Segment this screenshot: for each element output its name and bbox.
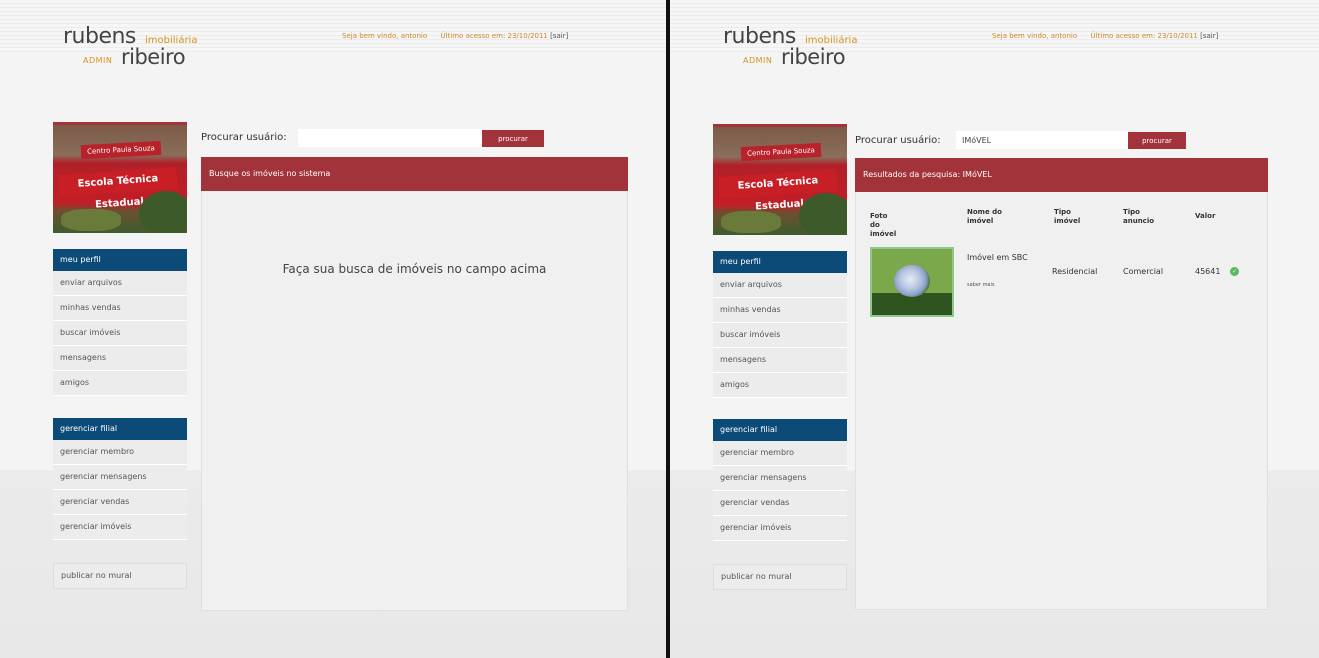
menu-item-minhas-vendas[interactable]: minhas vendas — [53, 296, 187, 321]
menu-item-amigos[interactable]: amigos — [53, 371, 187, 396]
menu-item-buscar-imoveis[interactable]: buscar imóveis — [53, 321, 187, 346]
menu-item-gerenciar-imoveis[interactable]: gerenciar imóveis — [53, 515, 187, 540]
left-screenshot-panel: rubens imobiliária ADMIN ribeiro Seja be… — [0, 0, 666, 658]
photo-flower — [894, 265, 930, 297]
logout-link[interactable]: [sair] — [550, 32, 568, 40]
menu-head-meu-perfil[interactable]: meu perfil — [713, 251, 847, 273]
menu-head-meu-perfil[interactable]: meu perfil — [53, 249, 187, 271]
menu-item-gerenciar-vendas[interactable]: gerenciar vendas — [713, 491, 847, 516]
menu-item-minhas-vendas[interactable]: minhas vendas — [713, 298, 847, 323]
photo-bush — [61, 209, 121, 231]
menu-item-enviar-arquivos[interactable]: enviar arquivos — [713, 273, 847, 298]
content-title-bar: Busque os imóveis no sistema — [201, 157, 628, 191]
menu-item-gerenciar-imoveis[interactable]: gerenciar imóveis — [713, 516, 847, 541]
menu-item-buscar-imoveis[interactable]: buscar imóveis — [713, 323, 847, 348]
menu-item-mensagens[interactable]: mensagens — [53, 346, 187, 371]
mural-menu: publicar no mural — [53, 563, 187, 589]
mural-menu: publicar no mural — [713, 564, 847, 590]
logo-ribeiro: ribeiro — [121, 45, 186, 69]
col-header-valor: Valor — [1195, 212, 1216, 220]
menu-item-enviar-arquivos[interactable]: enviar arquivos — [53, 271, 187, 296]
menu-item-mensagens[interactable]: mensagens — [713, 348, 847, 373]
property-tipo-imovel: Residencial — [1052, 267, 1098, 276]
search-button[interactable]: procurar — [1128, 132, 1186, 149]
profile-menu: meu perfil enviar arquivos minhas vendas… — [53, 249, 187, 396]
check-circle-icon: ✓ — [1230, 267, 1239, 276]
menu-item-gerenciar-mensagens[interactable]: gerenciar mensagens — [713, 466, 847, 491]
search-input[interactable] — [298, 129, 482, 147]
menu-item-gerenciar-membro[interactable]: gerenciar membro — [53, 440, 187, 465]
profile-menu: meu perfil enviar arquivos minhas vendas… — [713, 251, 847, 398]
branch-menu: gerenciar filial gerenciar membro gerenc… — [713, 419, 847, 541]
menu-head-gerenciar-filial[interactable]: gerenciar filial — [53, 418, 187, 440]
property-name: Imóvel em SBC — [967, 253, 1028, 262]
logout-link[interactable]: [sair] — [1200, 32, 1218, 40]
last-access-text: Último acesso em: 23/10/2011 — [440, 32, 548, 40]
menu-item-gerenciar-membro[interactable]: gerenciar membro — [713, 441, 847, 466]
menu-item-gerenciar-vendas[interactable]: gerenciar vendas — [53, 490, 187, 515]
menu-item-publicar-mural[interactable]: publicar no mural — [713, 564, 847, 590]
brand-logo[interactable]: rubens imobiliária ADMIN ribeiro — [723, 26, 873, 70]
search-label: Procurar usuário: — [855, 135, 941, 146]
photo-sign-small: Centro Paula Souza — [80, 140, 162, 160]
content-title-bar: Resultados da pesquisa: IMóVEL — [855, 158, 1268, 192]
logo-admin: ADMIN — [83, 56, 113, 65]
photo-tree — [139, 191, 187, 233]
search-label: Procurar usuário: — [201, 132, 287, 143]
brand-logo[interactable]: rubens imobiliária ADMIN ribeiro — [63, 26, 213, 70]
welcome-text: Seja bem vindo, antonio — [342, 32, 428, 40]
property-valor: 45641 — [1195, 267, 1221, 276]
col-header-tipo-imovel: Tipo imóvel — [1054, 208, 1081, 225]
logo-ribeiro: ribeiro — [781, 45, 846, 69]
photo-bush — [721, 211, 781, 233]
empty-search-message: Faça sua busca de imóveis no campo acima — [282, 262, 547, 276]
menu-item-publicar-mural[interactable]: publicar no mural — [53, 563, 187, 589]
content-panel: Busque os imóveis no sistema Faça sua bu… — [201, 157, 628, 611]
search-input[interactable] — [956, 131, 1128, 149]
school-photo: Centro Paula Souza Escola Técnica Estadu… — [53, 122, 187, 233]
content-panel: Resultados da pesquisa: IMóVEL Foto do i… — [855, 158, 1268, 610]
header-greeting: Seja bem vindo, antonio Último acesso em… — [992, 32, 1218, 40]
school-photo: Centro Paula Souza Escola Técnica Estadu… — [713, 124, 847, 235]
welcome-text: Seja bem vindo, antonio — [992, 32, 1078, 40]
property-photo[interactable] — [870, 247, 954, 317]
logo-admin: ADMIN — [743, 56, 773, 65]
search-button[interactable]: procurar — [482, 130, 544, 147]
property-tipo-anuncio: Comercial — [1123, 267, 1164, 276]
last-access-text: Último acesso em: 23/10/2011 — [1090, 32, 1198, 40]
col-header-foto: Foto do imóvel — [870, 212, 897, 238]
property-more-link[interactable]: saber mais — [967, 282, 995, 288]
photo-sign-small: Centro Paula Souza — [740, 142, 822, 162]
photo-tree — [799, 193, 847, 235]
col-header-nome: Nome do imóvel — [967, 208, 1002, 225]
menu-item-amigos[interactable]: amigos — [713, 373, 847, 398]
branch-menu: gerenciar filial gerenciar membro gerenc… — [53, 418, 187, 540]
header-greeting: Seja bem vindo, antonio Último acesso em… — [342, 32, 568, 40]
menu-item-gerenciar-mensagens[interactable]: gerenciar mensagens — [53, 465, 187, 490]
menu-head-gerenciar-filial[interactable]: gerenciar filial — [713, 419, 847, 441]
col-header-tipo-anuncio: Tipo anuncio — [1123, 208, 1155, 225]
right-screenshot-panel: rubens imobiliária ADMIN ribeiro Seja be… — [670, 0, 1319, 658]
